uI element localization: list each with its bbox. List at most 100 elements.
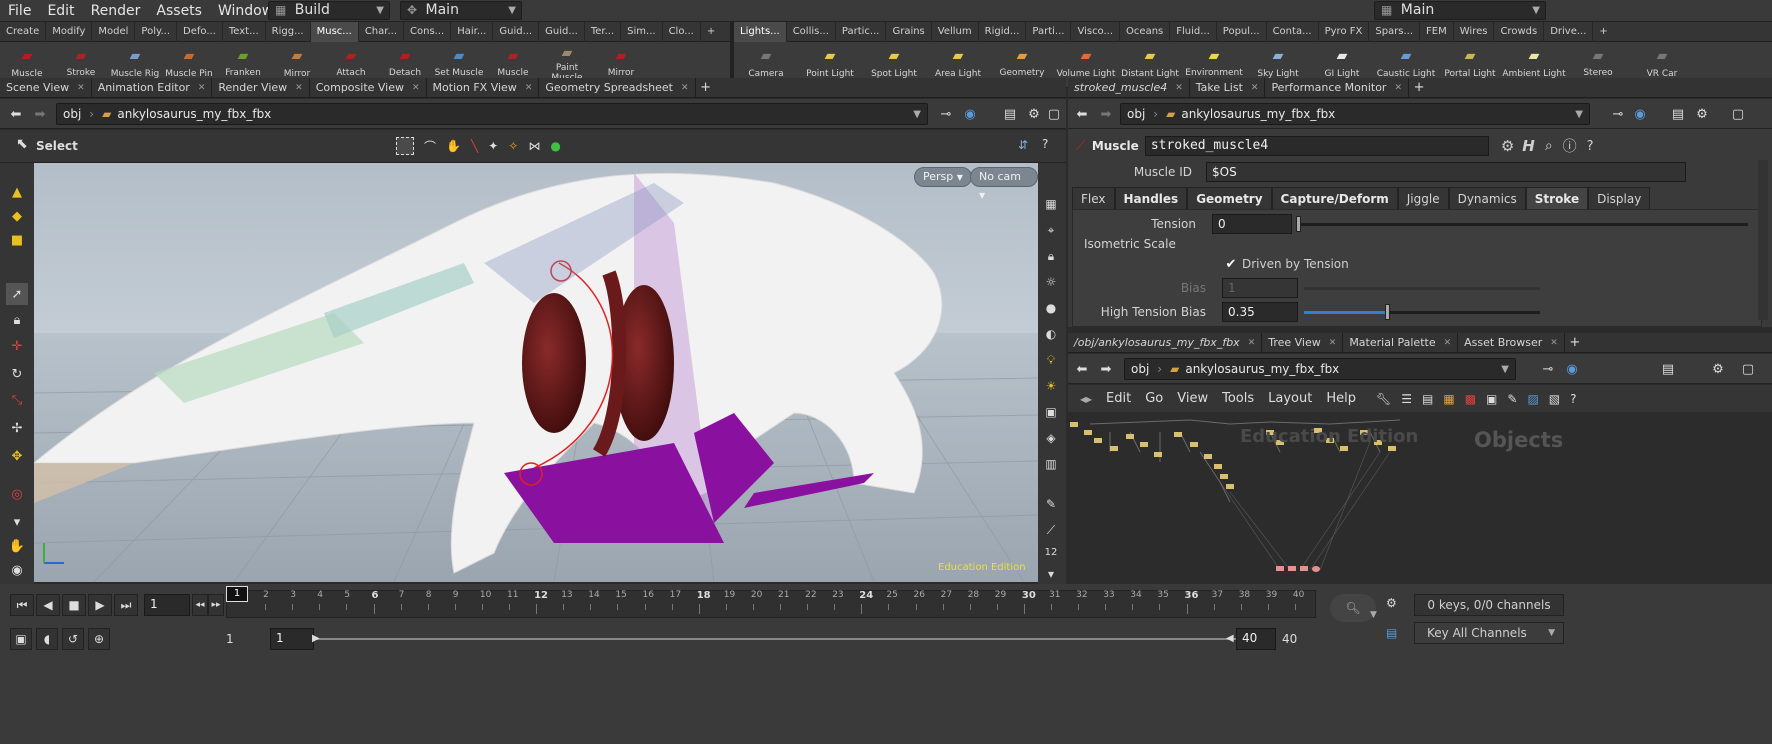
tension-slider[interactable] xyxy=(1296,214,1748,234)
shelf-tab[interactable]: Wires xyxy=(1454,21,1495,42)
param-tab-geometry[interactable]: Geometry xyxy=(1187,187,1272,209)
range-slider-end-handle[interactable]: ◀ xyxy=(1226,633,1234,644)
pane-tab[interactable]: Take List ✕ xyxy=(1190,77,1266,98)
select-arrow-icon[interactable]: ➚ xyxy=(6,283,28,305)
shading-icon[interactable]: ● xyxy=(1040,297,1062,319)
display-options-icon[interactable]: ▦ xyxy=(1040,193,1062,215)
light-icon[interactable]: ☼ xyxy=(1040,271,1062,293)
collapse-icon[interactable]: ◂▸ xyxy=(1080,392,1092,406)
shelf-tab[interactable]: Partic... xyxy=(836,21,887,42)
shelf-tab[interactable]: Pyro FX xyxy=(1319,21,1370,42)
shelf-tab[interactable]: Popul... xyxy=(1217,21,1267,42)
camera-dropdown[interactable]: No cam ▼ xyxy=(970,167,1038,200)
driven-checkbox[interactable]: ✔ xyxy=(1224,257,1238,272)
link-icon[interactable]: ◉ xyxy=(960,104,980,124)
range-slider-start-handle[interactable]: ▶ xyxy=(312,633,320,644)
loop-icon[interactable]: ↺ xyxy=(62,628,84,650)
tension-field[interactable]: 0 xyxy=(1212,214,1292,234)
shelf-tab[interactable]: Drive... xyxy=(1544,21,1594,42)
menu-file[interactable]: File xyxy=(0,0,39,22)
notes-icon[interactable]: ✎ xyxy=(1507,392,1517,406)
play-icon[interactable]: ▶ xyxy=(88,594,112,616)
close-icon[interactable]: ✕ xyxy=(681,78,689,98)
param-tab-dynamics[interactable]: Dynamics xyxy=(1448,187,1526,209)
network-menu-tools[interactable]: Tools xyxy=(1222,391,1254,406)
desktop-dropdown[interactable]: ▦ Build ▼ xyxy=(268,1,390,20)
select-tool-icon[interactable]: ⬉ xyxy=(16,136,28,152)
back-arrow-icon[interactable]: ⬅ xyxy=(1072,359,1092,379)
shelf-tab[interactable]: Text... xyxy=(223,21,266,42)
param-scrollbar[interactable] xyxy=(1758,160,1768,320)
slider-handle[interactable] xyxy=(1384,304,1390,320)
menu-edit[interactable]: Edit xyxy=(39,0,82,22)
shelf-tab[interactable]: Ter... xyxy=(585,21,622,42)
shelf-tab[interactable]: Rigg... xyxy=(266,21,311,42)
add-tab-icon[interactable]: + xyxy=(1409,78,1429,98)
close-icon[interactable]: ✕ xyxy=(1550,333,1558,353)
transform-icon[interactable]: ✢ xyxy=(6,417,28,439)
chevron-down-icon[interactable]: ▾ xyxy=(1040,563,1062,585)
help-icon[interactable]: ? xyxy=(1570,392,1576,406)
param-tab-capture-deform[interactable]: Capture/Deform xyxy=(1271,187,1398,209)
wireframe-icon[interactable]: ◐ xyxy=(1040,323,1062,345)
magnet-icon[interactable]: ◎ xyxy=(6,483,28,505)
close-icon[interactable]: ✕ xyxy=(77,78,85,98)
shelf-tab[interactable]: Spars... xyxy=(1369,21,1421,42)
back-arrow-icon[interactable]: ⬅ xyxy=(1072,104,1092,124)
secure-selection-icon[interactable]: ✧ xyxy=(508,139,518,153)
jump-start-icon[interactable]: ⏮ xyxy=(10,594,34,616)
hand-tool-icon[interactable]: ✋ xyxy=(6,535,28,557)
shelf-tab[interactable]: FEM xyxy=(1420,21,1454,42)
shelf-tab[interactable]: Fluid... xyxy=(1170,21,1217,42)
range-end[interactable]: 40 xyxy=(1282,632,1297,646)
link-icon[interactable]: ◉ xyxy=(1562,359,1582,379)
maximize-icon[interactable]: ▢ xyxy=(1728,104,1748,124)
high-bias-field[interactable]: 0.35 xyxy=(1222,302,1298,322)
camera-view-icon[interactable]: ◉ xyxy=(6,559,28,581)
pane-tab[interactable]: Composite View ✕ xyxy=(310,77,427,98)
pose-tool-icon[interactable]: ◆ xyxy=(6,205,28,227)
frame-indicator[interactable]: 1 xyxy=(226,586,248,602)
background-icon[interactable]: ▣ xyxy=(1040,401,1062,423)
obj-path-root[interactable]: obj xyxy=(63,107,81,121)
shelf-tab[interactable]: Musc... xyxy=(310,21,359,42)
snap-dropdown-icon[interactable]: ▾ xyxy=(6,511,28,533)
network-editor[interactable]: Education Edition Objects xyxy=(1070,412,1772,584)
range-start-field[interactable]: 1 xyxy=(270,628,314,650)
node-name-field[interactable]: stroked_muscle4 xyxy=(1144,136,1489,156)
shelf-tab[interactable]: Guid... xyxy=(493,21,540,42)
close-icon[interactable]: ✕ xyxy=(198,78,206,98)
pane-tab[interactable]: Render View ✕ xyxy=(212,77,310,98)
jump-end-icon[interactable]: ⏭ xyxy=(114,594,138,616)
network-menu-go[interactable]: Go xyxy=(1145,391,1163,406)
close-icon[interactable]: ✕ xyxy=(1329,333,1337,353)
network-menu-view[interactable]: View xyxy=(1177,391,1208,406)
stop-icon[interactable]: ■ xyxy=(62,594,86,616)
magic-wand-icon[interactable]: ✦ xyxy=(488,139,498,153)
obj-path-node[interactable]: ankylosaurus_my_fbx_fbx xyxy=(117,107,271,121)
shelf-tab[interactable]: Lights... xyxy=(734,21,787,42)
snap-icon[interactable]: ● xyxy=(550,139,560,153)
help-icon[interactable]: ⓘ xyxy=(1563,136,1577,156)
shelf-tab[interactable]: Clo... xyxy=(663,21,701,42)
obj-path-node[interactable]: ankylosaurus_my_fbx_fbx xyxy=(1185,362,1339,376)
realtime-icon[interactable]: ⊕ xyxy=(88,628,110,650)
link-icon[interactable]: ◉ xyxy=(1630,104,1650,124)
add-shelf-tab-icon[interactable]: + xyxy=(1593,22,1613,42)
network-menu-edit[interactable]: Edit xyxy=(1106,391,1131,406)
obj-path-root[interactable]: obj xyxy=(1131,362,1149,376)
shelf-tab[interactable]: Rigid... xyxy=(979,21,1027,42)
shape-palette-icon[interactable]: ▣ xyxy=(1486,392,1497,406)
shelf-tab[interactable]: Conta... xyxy=(1267,21,1319,42)
keyframe-icon[interactable]: ▣ xyxy=(10,628,32,650)
param-tab-stroke[interactable]: Stroke xyxy=(1525,187,1589,209)
view-options-icon[interactable]: ⇵ xyxy=(1018,138,1028,152)
pane-tab[interactable]: Animation Editor ✕ xyxy=(92,77,213,98)
shelf-tab[interactable]: Grains xyxy=(886,21,932,42)
step-back-icon[interactable]: ◂◂ xyxy=(192,594,208,616)
handle-tool-icon[interactable]: ▲ xyxy=(6,181,28,203)
move-icon[interactable]: ✛ xyxy=(6,335,28,357)
shelf-tab[interactable]: Hair... xyxy=(451,21,494,42)
layout-icon[interactable]: ▤ xyxy=(1658,359,1678,379)
muscle-id-field[interactable]: $OS xyxy=(1206,162,1686,182)
